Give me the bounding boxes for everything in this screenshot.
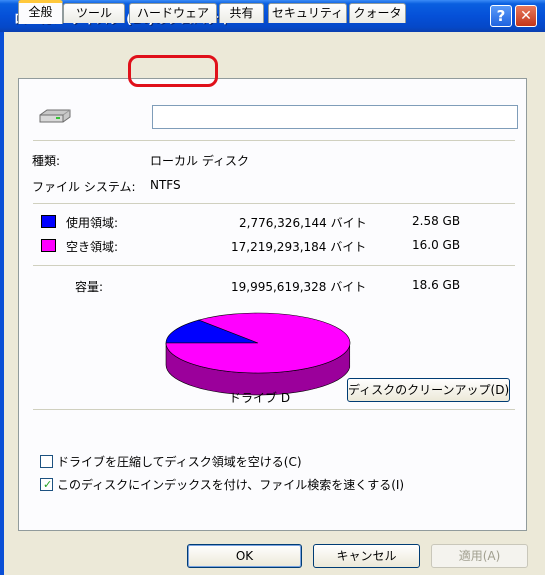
cancel-button[interactable]: キャンセル (313, 544, 420, 568)
hardware-tab-highlight (128, 55, 218, 87)
tab-general[interactable]: 全般 (18, 0, 63, 24)
tab-quota[interactable]: クォータ (349, 3, 406, 23)
properties-window: ローカル ディスク (D:)のプロパティ ? ✕ 全般 ツール ハードウェア 共… (0, 0, 545, 575)
help-button[interactable]: ? (490, 5, 512, 27)
separator (33, 140, 515, 141)
filesystem-value: NTFS (150, 178, 181, 192)
hard-drive-icon (39, 109, 71, 123)
used-space-bytes: 2,776,326,144 バイト (239, 216, 367, 230)
ok-button[interactable]: OK (187, 544, 302, 568)
used-space-size: 2.58 GB (412, 214, 461, 228)
index-checkbox[interactable]: ✓ (40, 478, 53, 491)
tab-tools[interactable]: ツール (63, 3, 125, 23)
compress-checkbox-label[interactable]: ドライブを圧縮してディスク領域を空ける(C) (57, 453, 302, 470)
tab-hardware[interactable]: ハードウェア (129, 3, 217, 23)
free-space-swatch (41, 239, 56, 252)
disk-cleanup-button-label: ディスクのクリーンアップ(D) (348, 383, 510, 397)
compress-checkbox[interactable] (40, 455, 53, 468)
capacity-size: 18.6 GB (412, 278, 461, 292)
disk-cleanup-button[interactable]: ディスクのクリーンアップ(D) (347, 378, 510, 402)
close-button[interactable]: ✕ (515, 5, 537, 27)
free-space-label: 空き領域: (66, 240, 119, 254)
free-space-size: 16.0 GB (412, 238, 461, 252)
capacity-label: 容量: (75, 280, 104, 294)
checkmark-icon: ✓ (43, 478, 53, 491)
separator (33, 203, 515, 204)
tab-sharing[interactable]: 共有 (219, 3, 264, 23)
drive-label: ドライブ D (229, 391, 291, 405)
apply-button[interactable]: 適用(A) (431, 544, 528, 568)
general-panel: 種類: ローカル ディスク ファイル システム: NTFS 使用領域: 2,77… (18, 78, 527, 531)
used-space-swatch (41, 215, 56, 228)
volume-label-input[interactable] (152, 105, 518, 129)
separator (33, 265, 515, 266)
free-space-bytes: 17,219,293,184 バイト (231, 240, 367, 254)
window-frame (0, 32, 4, 575)
separator (33, 409, 515, 410)
tab-security[interactable]: セキュリティ (268, 3, 347, 23)
type-value: ローカル ディスク (150, 154, 249, 168)
capacity-bytes: 19,995,619,328 バイト (231, 280, 367, 294)
used-space-label: 使用領域: (66, 216, 119, 230)
type-label: 種類: (32, 154, 61, 168)
filesystem-label: ファイル システム: (32, 180, 136, 194)
index-checkbox-label[interactable]: このディスクにインデックスを付け、ファイル検索を速くする(I) (57, 476, 404, 493)
disk-usage-pie-chart (165, 312, 351, 396)
